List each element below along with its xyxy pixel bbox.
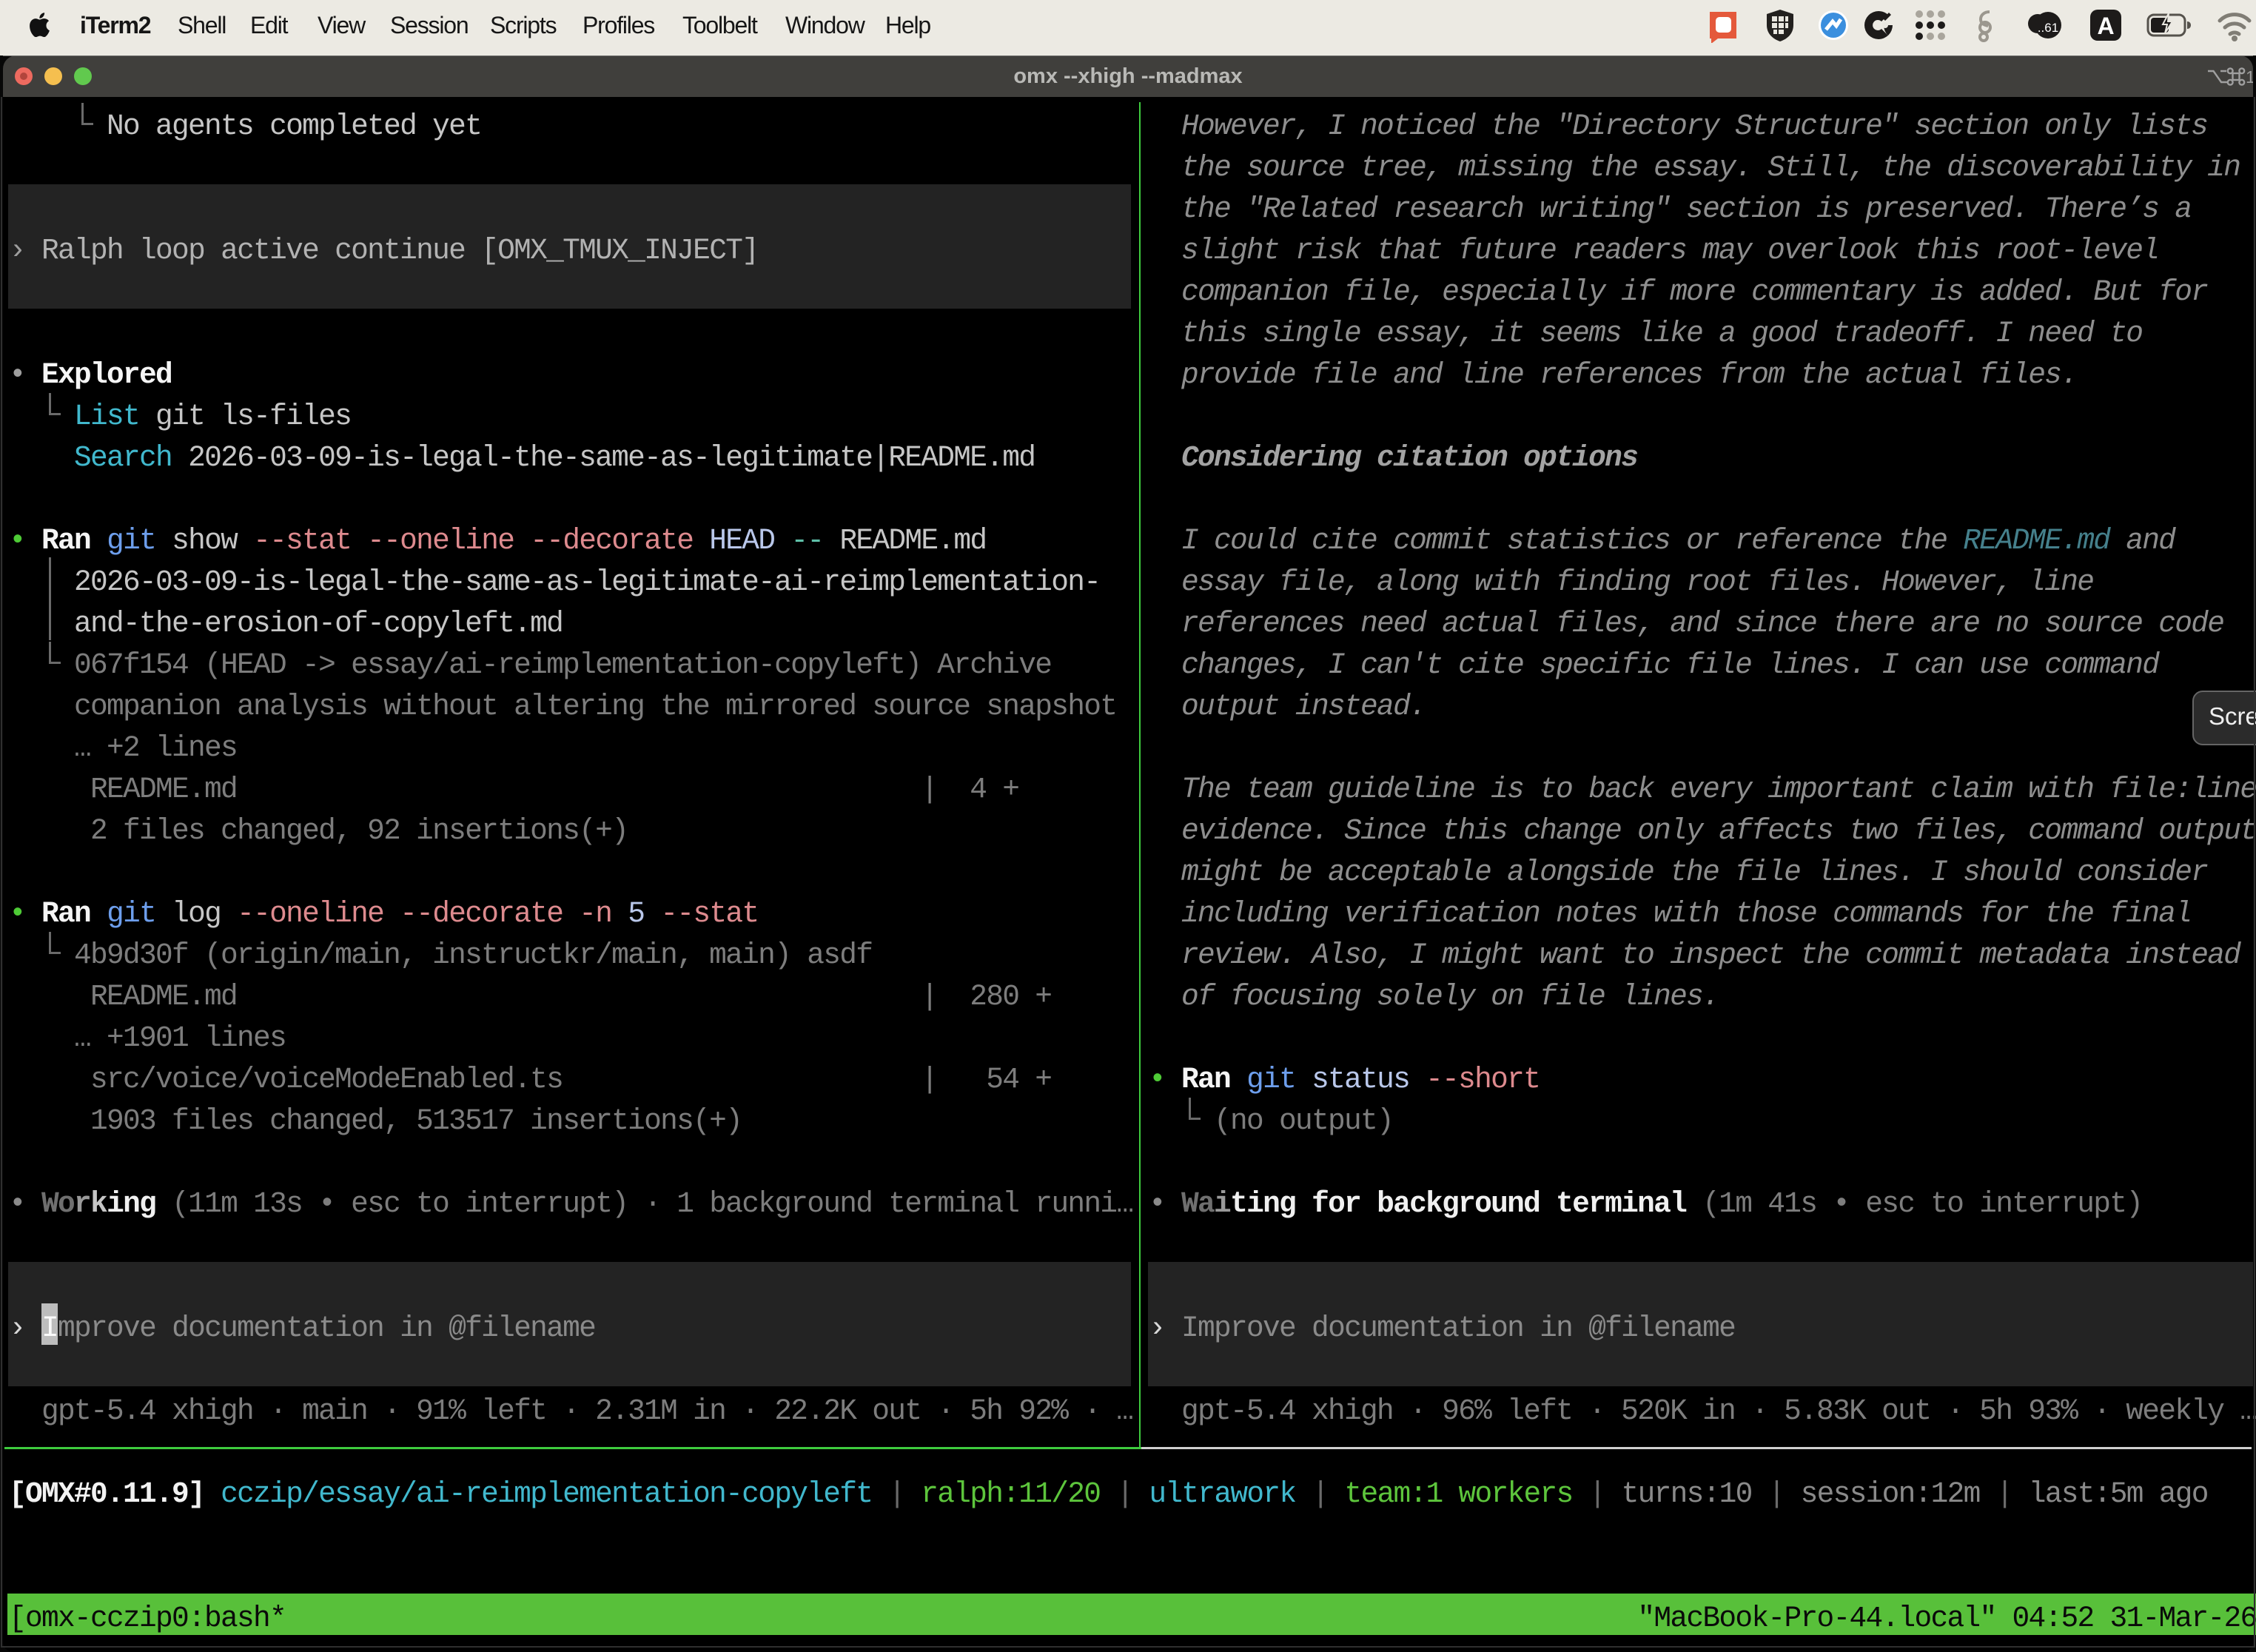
svg-text:1: 1 <box>2246 67 2253 87</box>
svg-text:A: A <box>2097 13 2114 39</box>
svg-text:..61: ..61 <box>2038 21 2058 35</box>
